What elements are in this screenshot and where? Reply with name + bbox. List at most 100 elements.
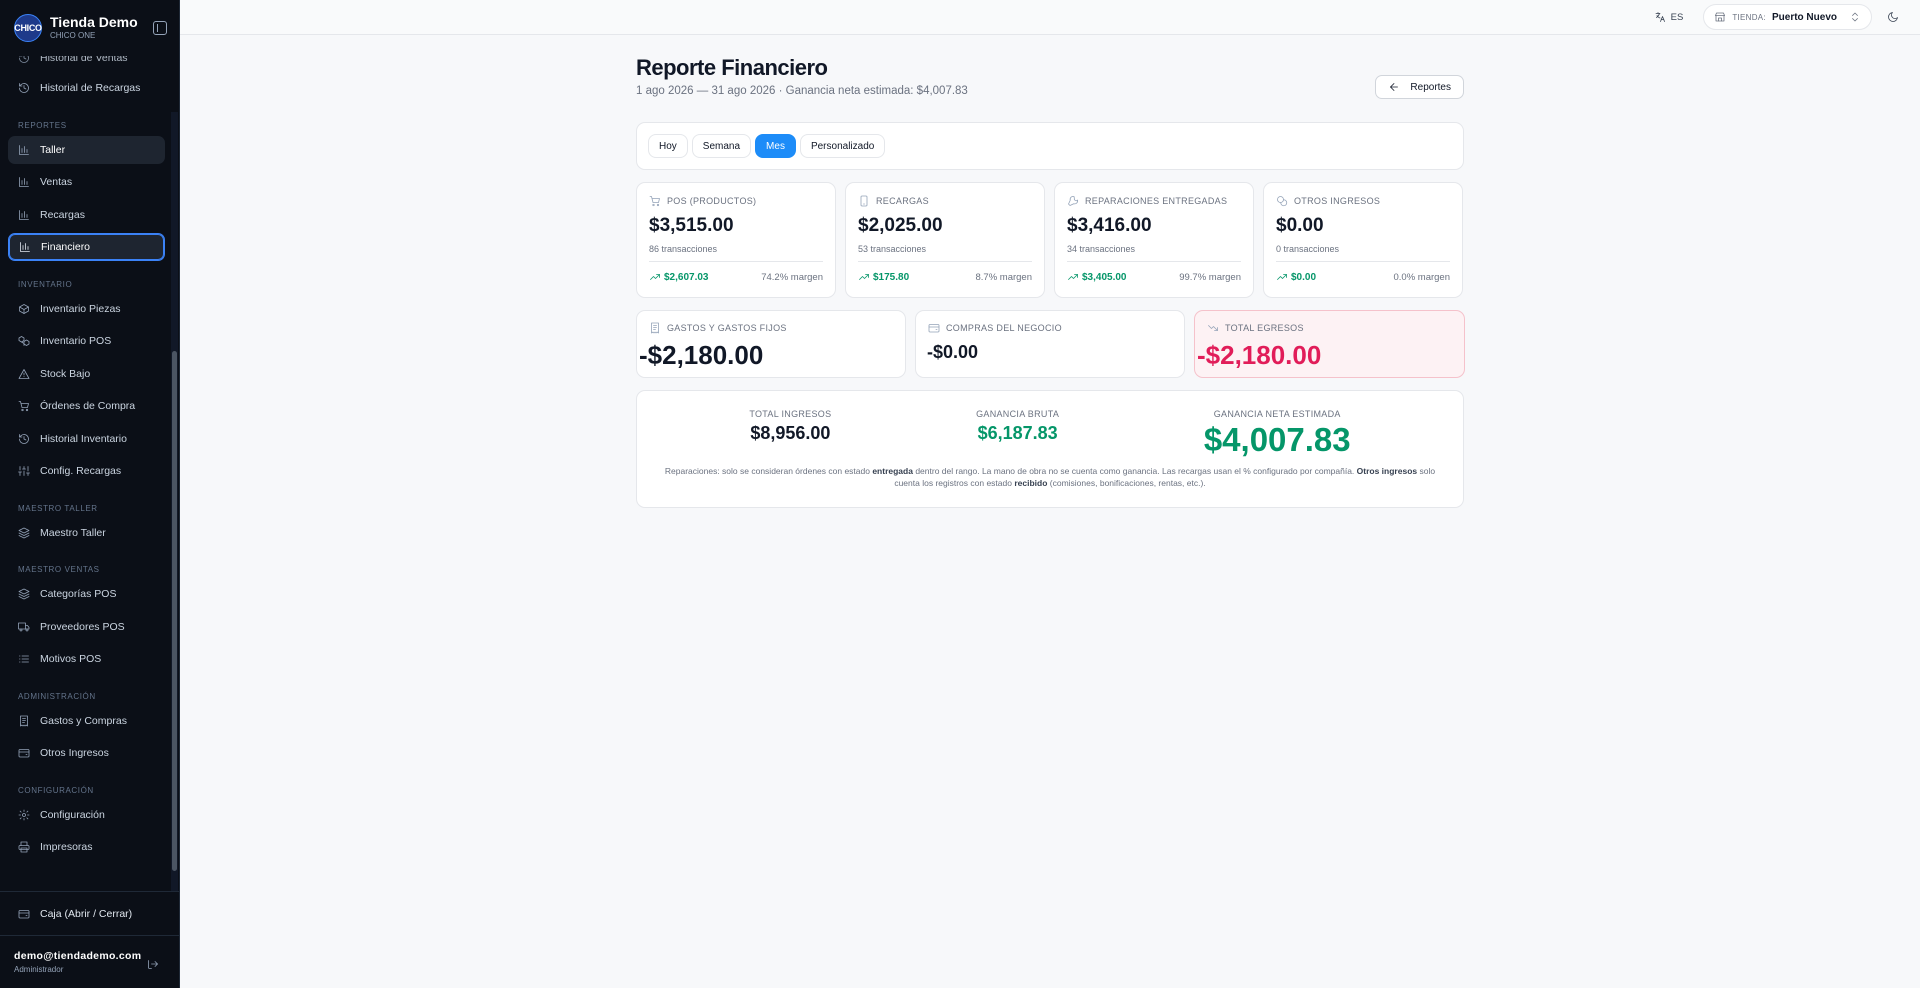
boxes-icon (18, 335, 30, 347)
sidebar-item-categorias-pos[interactable]: Categorías POS (8, 580, 165, 608)
coins-icon (1276, 195, 1288, 207)
kpi-profit: $175.80 (873, 271, 910, 283)
page-title: Reporte Financiero (636, 55, 828, 80)
sidebar-item-inventario-piezas[interactable]: Inventario Piezas (8, 295, 165, 323)
app-root: CHICO Tienda Demo CHICO ONE Historial de… (0, 0, 1920, 988)
kpi-margin: 8.7% margen (975, 271, 1032, 283)
sidebar-item-inventario-pos[interactable]: Inventario POS (8, 327, 165, 355)
brand-logo: CHICO (14, 14, 42, 42)
expense-label: TOTAL EGRESOS (1225, 323, 1304, 333)
sidebar-item-ordenes-compra[interactable]: Órdenes de Compra (8, 392, 165, 420)
trending-up-icon (1276, 271, 1288, 283)
theme-toggle[interactable] (1882, 6, 1904, 28)
sidebar-item-historial-recargas[interactable]: Historial de Recargas (8, 74, 165, 102)
wrench-icon (1067, 195, 1079, 207)
sliders-icon (18, 465, 30, 477)
sidebar-item-ventas[interactable]: Ventas (8, 168, 165, 196)
section-title-administracion: ADMINISTRACIÓN (18, 691, 96, 701)
arrow-left-icon (1388, 81, 1400, 93)
sidebar-item-otros-ingresos[interactable]: Otros Ingresos (8, 739, 165, 767)
sidebar: CHICO Tienda Demo CHICO ONE Historial de… (0, 0, 180, 988)
range-hoy-button[interactable]: Hoy (648, 134, 688, 158)
language-switcher[interactable]: ES (1644, 11, 1694, 23)
sidebar-item-proveedores-pos[interactable]: Proveedores POS (8, 613, 165, 641)
wallet-icon (18, 908, 30, 920)
calculation-note: Reparaciones: solo se consideran órdenes… (664, 466, 1436, 489)
range-personalizado-button[interactable]: Personalizado (799, 134, 886, 158)
gear-icon (18, 809, 30, 821)
kpi-value: $3,416.00 (1067, 215, 1152, 236)
sidebar-nav[interactable]: Historial de Ventas Historial de Recarga… (0, 56, 179, 891)
bar-chart-icon (19, 241, 31, 253)
trending-up-icon (858, 271, 870, 283)
sidebar-toggle-icon[interactable] (153, 21, 167, 35)
main-area: ES TIENDA: Puerto Nuevo Reporte Financie… (180, 0, 1920, 988)
sidebar-item-config-recargas[interactable]: Config. Recargas (8, 457, 165, 485)
kpi-label: RECARGAS (876, 196, 929, 206)
sidebar-item-configuracion[interactable]: Configuración (8, 801, 165, 829)
kpi-margin: 0.0% margen (1393, 271, 1450, 283)
sidebar-item-financiero[interactable]: Financiero (8, 233, 165, 261)
wallet-icon (928, 322, 940, 334)
cart-icon (649, 195, 661, 207)
expense-cards: GASTOS Y GASTOS FIJOS -$2,180.00 COMPRAS… (636, 310, 1465, 378)
expense-label: COMPRAS DEL NEGOCIO (946, 323, 1062, 333)
sidebar-scrollbar[interactable] (172, 351, 177, 871)
range-mes-button[interactable]: Mes (755, 134, 796, 158)
range-semana-button[interactable]: Semana (691, 134, 752, 158)
brand-sub: CHICO ONE (50, 31, 96, 41)
chevrons-up-down-icon (1849, 11, 1861, 23)
kpi-margin: 99.7% margen (1179, 271, 1241, 283)
trending-down-icon (1207, 322, 1219, 334)
sidebar-item-impresoras[interactable]: Impresoras (8, 833, 165, 861)
history-icon (18, 82, 30, 94)
sidebar-item-stock-bajo[interactable]: Stock Bajo (8, 360, 165, 388)
kpi-profit: $3,405.00 (1082, 271, 1127, 283)
gross-profit: GANANCIA BRUTA $6,187.83 (976, 409, 1060, 443)
logout-icon[interactable] (147, 958, 159, 970)
page-subtitle: 1 ago 2026 — 31 ago 2026 · Ganancia neta… (636, 85, 968, 97)
kpi-transactions: 0 transacciones (1276, 244, 1450, 262)
bar-chart-icon (18, 209, 30, 221)
kpi-profit: $0.00 (1291, 271, 1317, 283)
phone-icon (858, 195, 870, 207)
moon-icon (1887, 11, 1899, 23)
kpi-profit: $2,607.03 (664, 271, 709, 283)
sidebar-item-recargas[interactable]: Recargas (8, 201, 165, 229)
store-label: TIENDA: (1732, 12, 1766, 22)
trending-up-icon (649, 271, 661, 283)
kpi-transactions: 86 transacciones (649, 244, 823, 262)
kpi-value: $2,025.00 (858, 215, 943, 236)
expense-card-total: TOTAL EGRESOS -$2,180.00 (1194, 310, 1465, 378)
sidebar-item-gastos-compras[interactable]: Gastos y Compras (8, 707, 165, 735)
section-title-reportes: REPORTES (18, 120, 67, 130)
warning-icon (18, 368, 30, 380)
kpi-card-recargas: RECARGAS $2,025.00 53 transacciones $175… (845, 182, 1045, 298)
section-title-maestro-ventas: MAESTRO VENTAS (18, 565, 100, 574)
translate-icon (1654, 11, 1666, 23)
store-selector[interactable]: TIENDA: Puerto Nuevo (1703, 4, 1872, 30)
kpi-transactions: 34 transacciones (1067, 244, 1241, 262)
user-role: Administrador (14, 965, 64, 974)
bar-chart-icon (18, 144, 30, 156)
sidebar-item-taller[interactable]: Taller (8, 135, 165, 164)
sidebar-item-historial-ventas[interactable]: Historial de Ventas (8, 56, 165, 72)
expense-card-compras: COMPRAS DEL NEGOCIO -$0.00 (915, 310, 1185, 378)
brand-name: Tienda Demo (50, 13, 138, 30)
kpi-card-pos: POS (PRODUCTOS) $3,515.00 86 transaccion… (636, 182, 836, 298)
sidebar-item-historial-inventario[interactable]: Historial Inventario (8, 425, 165, 453)
section-title-configuracion: CONFIGURACIÓN (18, 785, 94, 795)
caja-button[interactable]: Caja (Abrir / Cerrar) (0, 892, 179, 936)
net-profit: GANANCIA NETA ESTIMADA $4,007.83 (1203, 409, 1351, 458)
sidebar-item-maestro-taller[interactable]: Maestro Taller (8, 519, 165, 547)
list-icon (18, 653, 30, 665)
expense-label: GASTOS Y GASTOS FIJOS (667, 323, 787, 333)
kpi-card-reparaciones: REPARACIONES ENTREGADAS $3,416.00 34 tra… (1054, 182, 1254, 298)
date-range-selector: Hoy Semana Mes Personalizado (636, 122, 1464, 170)
user-email: demo@tiendademo.com (14, 950, 142, 962)
layers-icon (18, 527, 30, 539)
back-to-reports-button[interactable]: Reportes (1375, 75, 1464, 99)
net-profit-value: $4,007.83 (1203, 421, 1351, 458)
receipt-icon (649, 322, 661, 334)
sidebar-item-motivos-pos[interactable]: Motivos POS (8, 645, 165, 673)
